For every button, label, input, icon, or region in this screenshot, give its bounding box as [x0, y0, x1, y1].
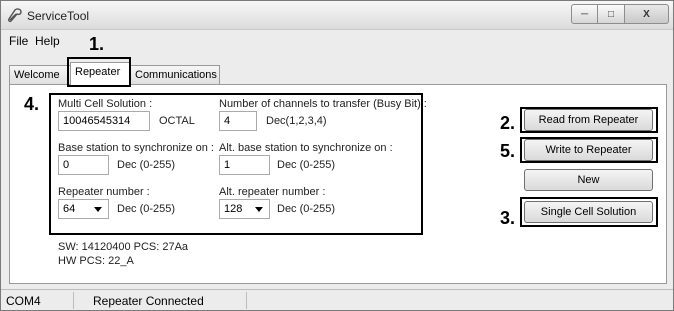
menu-file[interactable]: File — [9, 34, 28, 48]
repeater-number-value: 64 — [63, 203, 76, 215]
tab-welcome[interactable]: Welcome — [9, 65, 71, 84]
maximize-button[interactable]: □ — [598, 4, 625, 24]
tab-welcome-label: Welcome — [14, 69, 60, 81]
status-port: COM4 — [6, 294, 41, 308]
single-cell-solution-button[interactable]: Single Cell Solution — [524, 201, 653, 223]
sw-version-text: SW: 14120400 PCS: 27Aa — [58, 241, 189, 253]
status-connection: Repeater Connected — [93, 294, 204, 308]
repeater-number-label: Repeater number : — [58, 186, 150, 198]
alt-base-station-hint: Dec (0-255) — [277, 159, 336, 171]
channels-hint: Dec(1,2,3,4) — [266, 115, 327, 127]
hw-version-text: HW PCS: 22_A — [58, 255, 134, 267]
channels-label: Number of channels to transfer (Busy Bit… — [219, 98, 427, 110]
minimize-button[interactable]: ─ — [571, 4, 598, 24]
annotation-1-box — [67, 57, 131, 87]
status-separator — [246, 292, 247, 309]
base-station-label: Base station to synchronize on : — [58, 142, 214, 154]
multi-cell-label: Multi Cell Solution : — [58, 98, 153, 110]
status-separator — [73, 292, 74, 309]
annotation-1-number: 1. — [89, 34, 105, 54]
chevron-down-icon — [94, 207, 102, 212]
channels-input[interactable]: 4 — [219, 111, 257, 131]
multi-cell-input[interactable]: 10046545314 — [58, 111, 150, 131]
app-icon — [8, 8, 22, 23]
base-station-input[interactable]: 0 — [58, 155, 109, 175]
tab-communications[interactable]: Communications — [130, 65, 220, 84]
status-bar: COM4 Repeater Connected — [1, 289, 673, 310]
minimize-icon: ─ — [580, 8, 589, 20]
alt-base-station-label: Alt. base station to synchronize on : — [219, 142, 393, 154]
write-to-repeater-button[interactable]: Write to Repeater — [524, 139, 653, 161]
alt-repeater-number-label: Alt. repeater number : — [219, 186, 326, 198]
chevron-down-icon — [255, 207, 263, 212]
alt-repeater-number-value: 128 — [224, 203, 243, 215]
annotation-5-number: 5. — [500, 141, 516, 161]
new-button[interactable]: New — [524, 169, 653, 191]
annotation-4-number: 4. — [24, 94, 40, 114]
alt-base-station-input[interactable]: 1 — [219, 155, 270, 175]
annotation-3-number: 3. — [500, 208, 516, 228]
multi-cell-unit: OCTAL — [159, 115, 195, 127]
base-station-hint: Dec (0-255) — [117, 159, 176, 171]
close-icon: X — [643, 8, 650, 20]
close-button[interactable]: X — [625, 4, 669, 24]
app-window: ServiceTool ─ □ X File Help 1. Welcome R… — [0, 0, 674, 311]
maximize-icon: □ — [607, 8, 615, 20]
window-controls: ─ □ X — [571, 4, 669, 24]
annotation-2-number: 2. — [500, 113, 516, 133]
menu-help[interactable]: Help — [35, 34, 60, 48]
read-from-repeater-button[interactable]: Read from Repeater — [524, 109, 653, 131]
title-bar: ServiceTool ─ □ X — [1, 1, 673, 30]
window-title: ServiceTool — [27, 9, 90, 23]
alt-repeater-number-hint: Dec (0-255) — [277, 203, 336, 215]
alt-repeater-number-select[interactable]: 128 — [219, 199, 270, 219]
repeater-number-hint: Dec (0-255) — [117, 203, 176, 215]
repeater-number-select[interactable]: 64 — [58, 199, 109, 219]
tab-communications-label: Communications — [135, 69, 217, 81]
